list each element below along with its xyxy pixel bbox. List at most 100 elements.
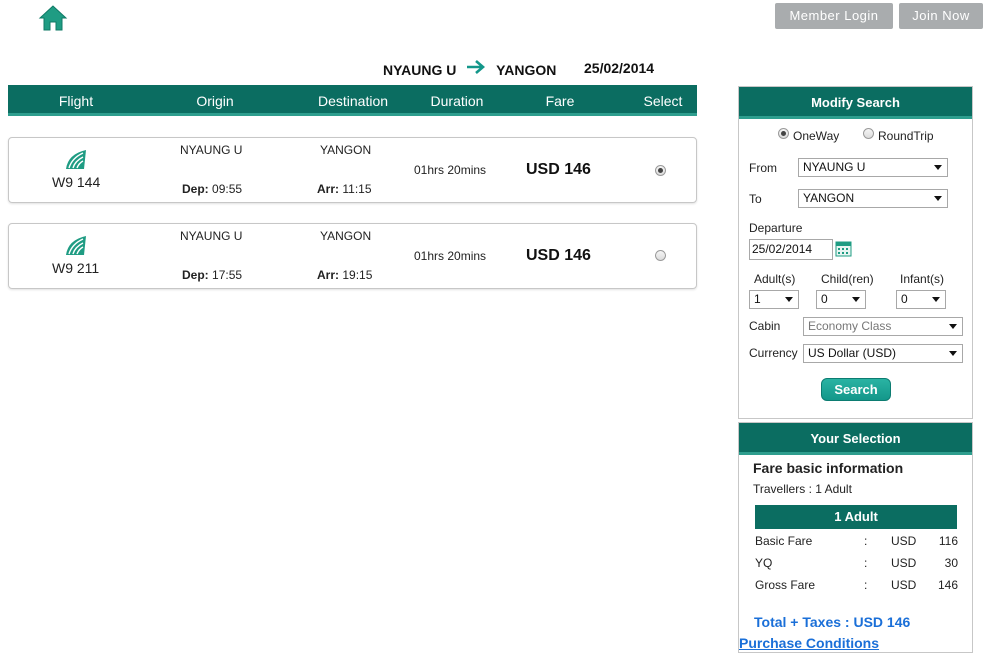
chevron-down-icon: [949, 351, 957, 356]
children-select[interactable]: 0: [816, 290, 866, 309]
modify-search-title: Modify Search: [739, 87, 972, 119]
fare-sep: :: [864, 556, 868, 570]
arr-value: 11:15: [342, 182, 372, 196]
cabin-label: Cabin: [749, 319, 781, 333]
flight-card[interactable]: W9 211 NYAUNG U Dep: 17:55 YANGON Arr: 1…: [8, 223, 697, 289]
arr-label: Arr:: [317, 268, 340, 282]
cabin-select[interactable]: Economy Class: [803, 317, 963, 336]
to-value: YANGON: [803, 191, 855, 205]
total-fare: Total + Taxes : USD 146: [754, 614, 911, 630]
adult-fare-header: 1 Adult: [755, 505, 957, 529]
route-destination: YANGON: [496, 62, 557, 79]
your-selection-title: Your Selection: [739, 423, 972, 455]
fare-currency: USD: [891, 578, 917, 592]
col-fare: Fare: [545, 93, 575, 109]
arrival-time: Arr: 19:15: [317, 268, 372, 282]
col-duration: Duration: [430, 93, 484, 109]
departure-date-input[interactable]: 25/02/2014: [749, 239, 833, 260]
roundtrip-label: RoundTrip: [878, 129, 934, 143]
search-button[interactable]: Search: [821, 378, 891, 401]
infants-value: 0: [901, 292, 908, 306]
fare-currency: USD: [891, 534, 917, 548]
flight-origin: NYAUNG U: [180, 143, 243, 157]
fare-row: Gross Fare : USD 146: [755, 578, 958, 594]
chevron-down-icon: [932, 297, 940, 302]
fare-label: YQ: [755, 556, 773, 570]
route-origin: NYAUNG U: [383, 62, 457, 79]
fare-info-title: Fare basic information: [753, 460, 904, 476]
chevron-down-icon: [785, 297, 793, 302]
col-select: Select: [643, 93, 683, 109]
fare-label: Gross Fare: [755, 578, 816, 592]
from-value: NYAUNG U: [803, 160, 866, 174]
from-select[interactable]: NYAUNG U: [798, 158, 948, 177]
infants-label: Infant(s): [900, 272, 945, 286]
results-header: Flight Origin Destination Duration Fare …: [8, 85, 697, 116]
children-label: Child(ren): [821, 272, 874, 286]
arr-value: 19:15: [342, 268, 373, 282]
children-value: 0: [821, 292, 828, 306]
col-destination: Destination: [317, 93, 389, 109]
airline-logo-icon: [66, 236, 86, 255]
fare-amount: 146: [937, 578, 958, 592]
currency-value: US Dollar (USD): [808, 346, 897, 360]
fare-sep: :: [864, 534, 868, 548]
infants-select[interactable]: 0: [896, 290, 946, 309]
your-selection-panel: Your Selection Fare basic information Tr…: [738, 422, 973, 653]
departure-label: Departure: [749, 221, 803, 235]
chevron-down-icon: [934, 196, 942, 201]
flight-number: W9 144: [52, 174, 101, 190]
flight-duration: 01hrs 20mins: [414, 163, 487, 177]
cabin-value: Economy Class: [808, 319, 892, 333]
to-label: To: [749, 192, 762, 206]
flight-fare: USD 146: [526, 161, 591, 178]
roundtrip-radio[interactable]: [863, 128, 874, 139]
route-date: 25/02/2014: [584, 60, 655, 76]
airline-logo-icon: [66, 150, 86, 169]
modify-search-panel: Modify Search OneWay RoundTrip From NYAU…: [738, 86, 973, 419]
to-select[interactable]: YANGON: [798, 189, 948, 208]
route-title: NYAUNG U YANGON: [383, 60, 556, 78]
flight-number: W9 211: [52, 260, 100, 276]
purchase-conditions-link[interactable]: Purchase Conditions: [739, 635, 879, 651]
fare-amount: 116: [938, 534, 958, 548]
adults-value: 1: [754, 292, 761, 306]
oneway-radio[interactable]: [778, 128, 789, 139]
from-label: From: [749, 161, 777, 175]
flight-duration: 01hrs 20mins: [414, 249, 487, 263]
fare-row: Basic Fare : USD 116: [755, 534, 958, 550]
dep-label: Dep:: [182, 268, 209, 282]
currency-select[interactable]: US Dollar (USD): [803, 344, 963, 363]
chevron-down-icon: [934, 165, 942, 170]
join-now-button[interactable]: Join Now: [899, 3, 983, 29]
dep-value: 17:55: [212, 268, 243, 282]
flight-select-radio[interactable]: [655, 165, 666, 176]
oneway-label: OneWay: [793, 129, 840, 143]
flight-fare: USD 146: [526, 247, 591, 264]
fare-currency: USD: [891, 556, 917, 570]
home-icon[interactable]: [38, 4, 68, 32]
fare-label: Basic Fare: [755, 534, 813, 548]
travellers-count: Travellers : 1 Adult: [753, 482, 852, 496]
flight-destination: YANGON: [320, 143, 372, 157]
col-origin: Origin: [196, 93, 234, 109]
flight-origin: NYAUNG U: [180, 229, 243, 243]
member-login-button[interactable]: Member Login: [775, 3, 893, 29]
flight-select-radio[interactable]: [655, 250, 666, 261]
flight-card[interactable]: W9 144 NYAUNG U Dep: 09:55 YANGON Arr: 1…: [8, 137, 697, 203]
arr-label: Arr:: [317, 182, 340, 196]
departure-time: Dep: 09:55: [182, 182, 242, 196]
col-flight: Flight: [58, 93, 94, 109]
fare-row: YQ : USD 30: [755, 556, 958, 572]
currency-label: Currency: [749, 346, 798, 360]
fare-amount: 30: [944, 556, 958, 570]
flight-destination: YANGON: [320, 229, 372, 243]
chevron-down-icon: [949, 324, 957, 329]
fare-sep: :: [864, 578, 868, 592]
chevron-down-icon: [852, 297, 860, 302]
arrival-time: Arr: 11:15: [317, 182, 372, 196]
dep-value: 09:55: [212, 182, 243, 196]
dep-label: Dep:: [182, 182, 209, 196]
calendar-icon[interactable]: [835, 240, 852, 257]
adults-select[interactable]: 1: [749, 290, 799, 309]
